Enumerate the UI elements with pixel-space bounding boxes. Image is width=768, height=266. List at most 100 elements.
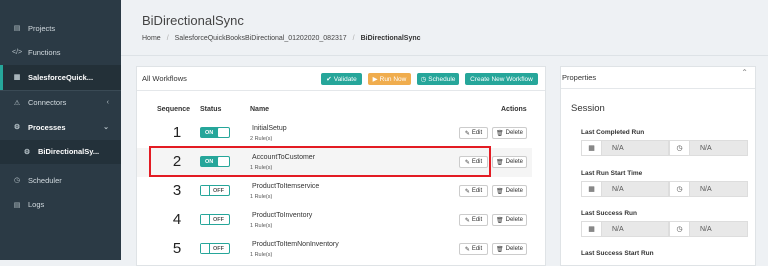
schedule-button[interactable]: ◷ Schedule	[417, 73, 459, 85]
cogs-icon: ⚙	[13, 124, 21, 132]
sidebar-item-label: Projects	[28, 23, 56, 33]
trash-icon: 🗑	[496, 159, 504, 166]
pencil-icon: ✎	[464, 188, 470, 195]
breadcrumb-project[interactable]: SalesforceQuickBooksBiDirectional_012020…	[175, 35, 347, 42]
delete-button[interactable]: 🗑 Delete	[492, 156, 527, 168]
sidebar-item-project[interactable]: ▦ SalesforceQuick...	[0, 65, 121, 90]
sequence-number: 5	[172, 240, 182, 257]
calendar-icon: ▦	[582, 182, 602, 196]
sidebar-item-label: Logs	[28, 200, 45, 210]
sidebar-item-label: Scheduler	[28, 175, 62, 185]
delete-button[interactable]: 🗑 Delete	[492, 243, 527, 255]
sequence-number: 4	[172, 211, 182, 228]
clock-icon: ◷	[670, 141, 690, 155]
sidebar-item-projects[interactable]: ▤ Projects	[0, 16, 121, 41]
gear-icon: ⚙	[23, 148, 31, 156]
play-icon: ▶	[372, 76, 378, 83]
chevron-left-icon: ‹	[106, 99, 109, 107]
last-success-start-run-label: Last Success Start Run	[581, 250, 654, 257]
trash-icon: 🗑	[496, 188, 504, 195]
edit-button[interactable]: ✎ Edit	[459, 214, 488, 226]
rule-count: 1 Rule(s)	[250, 194, 273, 200]
status-toggle[interactable]: OFF	[200, 243, 230, 254]
column-header-status: Status	[200, 106, 222, 113]
file-icon: ▤	[13, 201, 21, 209]
breadcrumb-current: BiDirectionalSync	[360, 35, 421, 42]
validate-button[interactable]: ✔ Validate	[321, 73, 362, 85]
status-toggle[interactable]: OFF	[200, 185, 230, 196]
page-title: BiDirectionalSync	[142, 13, 244, 28]
clock-icon: ◷	[420, 76, 427, 83]
edit-button[interactable]: ✎ Edit	[459, 127, 488, 139]
sidebar-item-label: Connectors	[28, 98, 67, 108]
table-row: 3 OFF ProductToItemservice 1 Rule(s) ✎ Ed…	[137, 177, 532, 206]
clock-icon: ◷	[13, 177, 21, 185]
last-success-run-time: ◷ N/A	[669, 221, 748, 237]
workflows-title: All Workflows	[142, 74, 187, 83]
sidebar-item-processes[interactable]: ⚙ Processes ⌄	[0, 115, 121, 140]
status-toggle[interactable]: OFF	[200, 214, 230, 225]
delete-button[interactable]: 🗑 Delete	[492, 214, 527, 226]
last-run-start-time-label: Last Run Start Time	[581, 170, 643, 177]
status-toggle[interactable]: ON	[200, 127, 230, 138]
server-icon: ▤	[13, 25, 21, 33]
delete-button[interactable]: 🗑 Delete	[492, 185, 527, 197]
sidebar-item-bidirectionalsync[interactable]: ⚙ BiDirectionalSy...	[0, 139, 121, 164]
trash-icon: 🗑	[496, 130, 504, 137]
plug-icon: ⚠	[13, 99, 21, 107]
sidebar-item-scheduler[interactable]: ◷ Scheduler	[0, 168, 121, 193]
properties-header: Properties ⌃	[561, 67, 755, 89]
header-divider	[121, 55, 768, 56]
last-completed-run-date: ▦ N/A	[581, 140, 669, 156]
column-header-actions: Actions	[501, 106, 527, 113]
properties-title: Properties	[562, 73, 597, 82]
workflow-name[interactable]: ProductToItemNonInventory	[252, 241, 339, 248]
highlight-box	[149, 146, 491, 177]
pencil-icon: ✎	[464, 246, 470, 253]
delete-button[interactable]: 🗑 Delete	[492, 127, 527, 139]
create-new-workflow-button[interactable]: Create New Workflow	[465, 73, 538, 85]
sequence-number: 3	[172, 182, 182, 199]
last-success-run-label: Last Success Run	[581, 210, 637, 217]
rule-count: 1 Rule(s)	[250, 252, 273, 258]
last-run-start-time: ◷ N/A	[669, 181, 748, 197]
last-completed-run-time: ◷ N/A	[669, 140, 748, 156]
sidebar: ▤ Projects </> Functions ▦ SalesforceQuick.…	[0, 0, 121, 260]
edit-button[interactable]: ✎ Edit	[459, 243, 488, 255]
calendar-icon: ▦	[582, 141, 602, 155]
breadcrumb-separator: /	[166, 35, 169, 42]
sidebar-item-label: Processes	[28, 122, 66, 132]
last-completed-run-label: Last Completed Run	[581, 129, 645, 136]
breadcrumb-separator: /	[352, 35, 355, 42]
workflow-name[interactable]: ProductToInventory	[252, 212, 312, 219]
pencil-icon: ✎	[464, 130, 470, 137]
last-run-start-date: ▦ N/A	[581, 181, 669, 197]
rule-count: 1 Rule(s)	[250, 223, 273, 229]
sidebar-item-label: Functions	[28, 48, 61, 58]
table-row: 4 OFF ProductToInventory 1 Rule(s) ✎ Edit…	[137, 206, 532, 235]
sidebar-item-connectors[interactable]: ⚠ Connectors ‹	[0, 91, 121, 116]
chevron-down-icon: ⌄	[103, 124, 109, 132]
sidebar-item-label: SalesforceQuick...	[28, 72, 94, 82]
workflow-name[interactable]: ProductToItemservice	[252, 183, 319, 190]
run-now-button[interactable]: ▶ Run Now	[368, 73, 411, 85]
edit-button[interactable]: ✎ Edit	[459, 185, 488, 197]
sidebar-item-functions[interactable]: </> Functions	[0, 41, 121, 66]
table-header: Sequence Status Name Actions	[137, 106, 545, 116]
workflow-name[interactable]: InitialSetup	[252, 125, 287, 132]
sidebar-item-logs[interactable]: ▤ Logs	[0, 193, 121, 218]
breadcrumb-home[interactable]: Home	[142, 35, 161, 42]
column-header-sequence: Sequence	[157, 106, 191, 113]
properties-panel: Properties ⌃ Session Last Completed Run …	[560, 66, 756, 266]
pencil-icon: ✎	[464, 217, 470, 224]
calendar-icon: ▦	[582, 222, 602, 236]
clock-icon: ◷	[670, 222, 690, 236]
column-header-name: Name	[250, 106, 270, 113]
session-heading: Session	[571, 103, 605, 114]
workflows-panel-header: All Workflows ✔ Validate ▶ Run Now ◷ Schedu…	[137, 67, 545, 91]
code-icon: </>	[12, 49, 23, 57]
chevron-up-icon[interactable]: ⌃	[741, 68, 748, 77]
sequence-number: 1	[172, 124, 182, 141]
check-circle-icon: ✔	[326, 76, 332, 83]
rule-count: 2 Rule(s)	[250, 136, 273, 142]
